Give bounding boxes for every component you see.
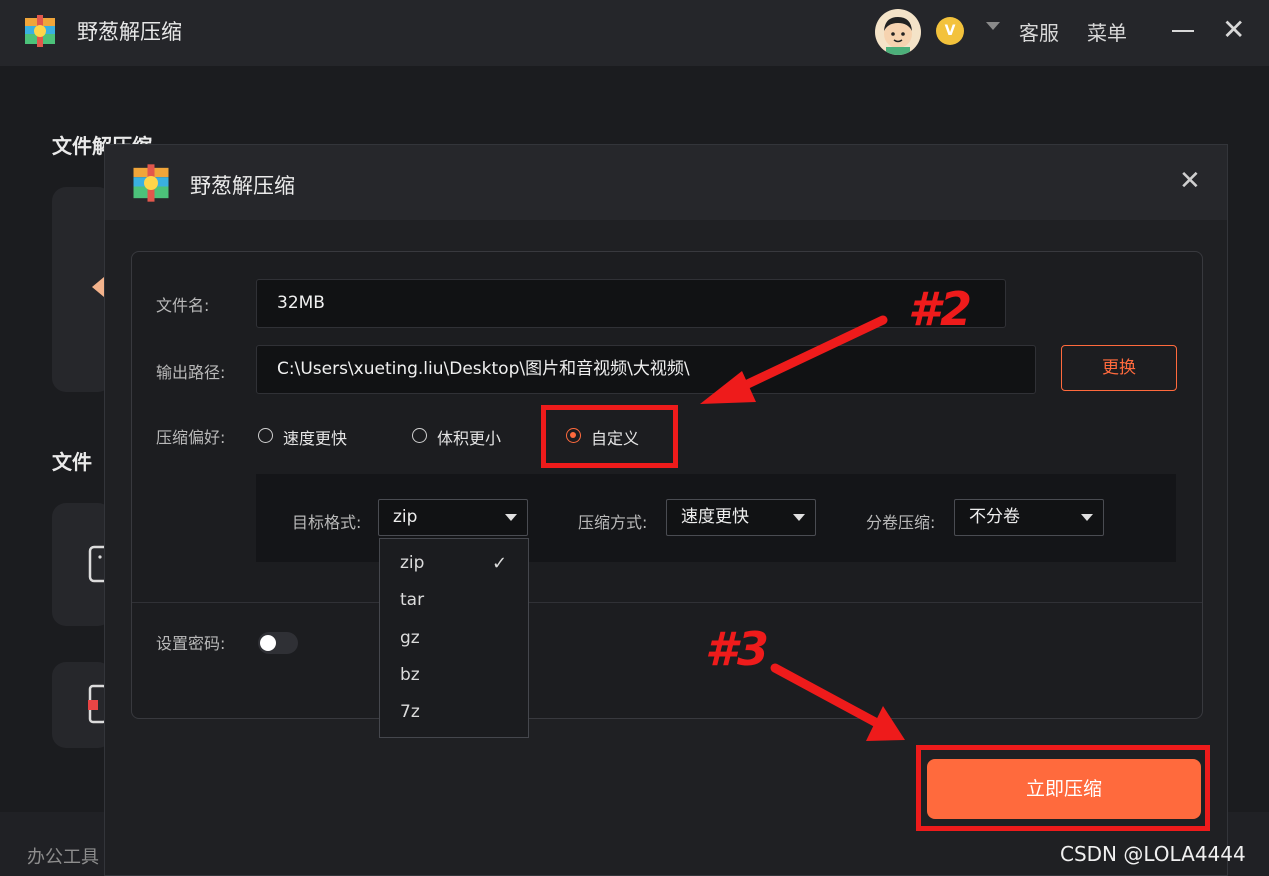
annotation-arrows [700,315,905,741]
arrow-step2-head [700,371,756,404]
arrow-step2-line [730,315,888,395]
arrow-step3-line [770,663,880,727]
watermark-text: CSDN @LOLA4444 [1060,842,1246,866]
